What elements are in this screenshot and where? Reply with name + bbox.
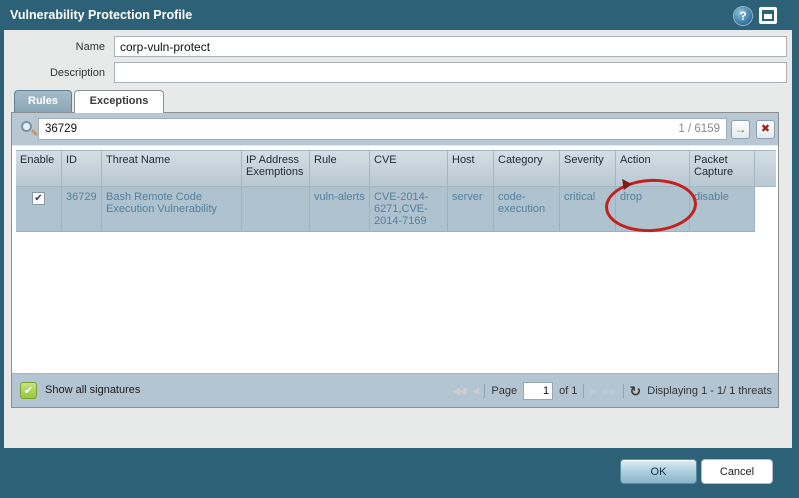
column-header-rule[interactable]: Rule (310, 151, 370, 186)
cell-enable: ✔ (16, 187, 62, 232)
pager-divider (484, 384, 486, 398)
window-restore-icon[interactable] (759, 7, 777, 24)
search-icon (21, 121, 39, 137)
column-header-spacer (755, 151, 776, 186)
tab-exceptions[interactable]: Exceptions (74, 90, 164, 113)
refresh-icon[interactable]: ↻ (630, 383, 642, 400)
dialog-footer: OK Cancel (0, 448, 799, 498)
displaying-status: Displaying 1 - 1/ 1 threats (647, 385, 772, 397)
next-page-icon[interactable]: ▶ (590, 386, 598, 397)
pagination-bar: ◀◀ ◀ Page of 1 ▶ ▶▶ ↻ Displaying 1 - 1/ … (452, 374, 772, 408)
window-restore-glyph (762, 10, 774, 21)
exceptions-table: Enable ID Threat Name IP Address Exempti… (16, 150, 776, 232)
enable-checkbox[interactable]: ✔ (32, 192, 45, 205)
ok-button[interactable]: OK (620, 459, 697, 484)
search-result-count: 1 / 6159 (678, 123, 720, 135)
page-number-input[interactable] (523, 382, 554, 400)
description-field[interactable] (114, 62, 787, 83)
cancel-button[interactable]: Cancel (701, 459, 773, 484)
prev-page-icon[interactable]: ◀ (472, 386, 480, 397)
tab-rules[interactable]: Rules (14, 90, 72, 112)
search-clear-button[interactable]: ✖ (756, 120, 775, 139)
name-label: Name (75, 41, 105, 53)
description-label: Description (49, 67, 105, 79)
column-header-host[interactable]: Host (448, 151, 494, 186)
column-header-packet-capture[interactable]: Packet Capture (690, 151, 755, 186)
vulnerability-protection-profile-dialog: Vulnerability Protection Profile ? Name … (0, 0, 799, 498)
column-header-enable[interactable]: Enable (16, 151, 62, 186)
column-header-cve[interactable]: CVE (370, 151, 448, 186)
last-page-icon[interactable]: ▶▶ (603, 386, 617, 397)
pager-divider (622, 384, 624, 398)
help-icon[interactable]: ? (734, 7, 752, 25)
column-header-threat-name[interactable]: Threat Name (102, 151, 242, 186)
page-label: Page (491, 385, 518, 397)
dialog-body: Name Description Rules Exceptions 36729 … (4, 30, 792, 448)
cell-id: 36729 (62, 187, 102, 232)
table-row[interactable]: ✔ 36729 Bash Remote Code Execution Vulne… (16, 187, 776, 232)
show-all-signatures-label: Show all signatures (45, 384, 141, 396)
name-field[interactable] (114, 36, 787, 57)
dialog-title: Vulnerability Protection Profile (10, 8, 193, 22)
column-header-action[interactable]: Action (616, 151, 690, 186)
cell-ip-address-exemptions (242, 187, 310, 232)
page-of-label: of 1 (559, 385, 578, 397)
cell-category: code-execution (494, 187, 560, 232)
cell-severity: critical (560, 187, 616, 232)
search-toolbar: 36729 1 / 6159 → ✖ (12, 113, 778, 146)
cell-packet-capture: disable (690, 187, 755, 232)
cell-threat-name: Bash Remote Code Execution Vulnerability (102, 187, 242, 232)
search-value: 36729 (45, 123, 77, 135)
cell-action: drop (616, 187, 690, 232)
cell-host: server (448, 187, 494, 232)
pager-divider (583, 384, 585, 398)
table-header-row: Enable ID Threat Name IP Address Exempti… (16, 150, 776, 187)
column-header-id[interactable]: ID (62, 151, 102, 186)
search-icon-handle (30, 128, 39, 137)
column-header-ip-address-exemptions[interactable]: IP Address Exemptions (242, 151, 310, 186)
column-header-category[interactable]: Category (494, 151, 560, 186)
exceptions-panel: 36729 1 / 6159 → ✖ Enable ID Threat Name… (11, 112, 779, 408)
dialog-titlebar: Vulnerability Protection Profile ? (0, 0, 799, 30)
table-statusbar: ✔ Show all signatures ◀◀ ◀ Page of 1 ▶ ▶… (12, 373, 778, 407)
first-page-icon[interactable]: ◀◀ (452, 386, 466, 397)
cell-rule: vuln-alerts (310, 187, 370, 232)
show-all-signatures-checkbox[interactable]: ✔ (20, 382, 37, 399)
cell-cve: CVE-2014-6271,CVE-2014-7169 (370, 187, 448, 232)
search-go-button[interactable]: → (731, 120, 750, 139)
search-input[interactable]: 36729 1 / 6159 (38, 118, 727, 140)
column-header-severity[interactable]: Severity (560, 151, 616, 186)
